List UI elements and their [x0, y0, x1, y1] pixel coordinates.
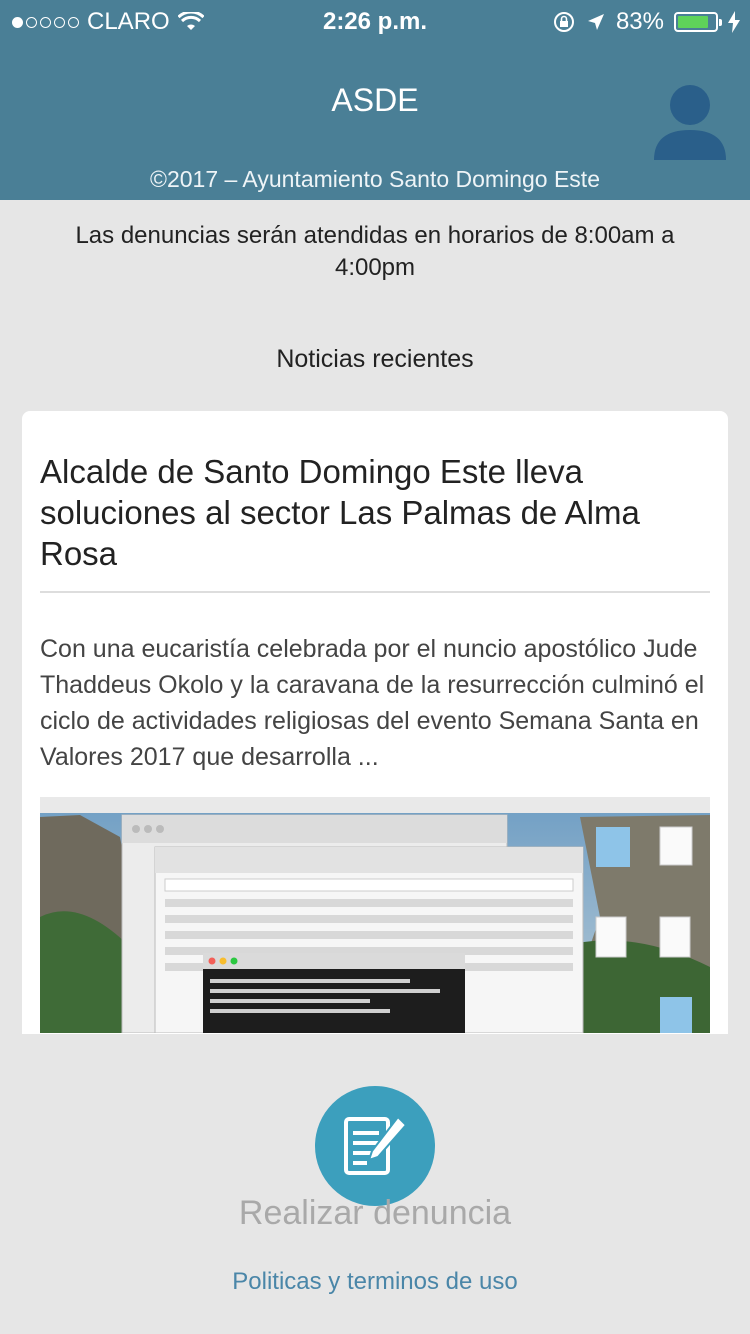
location-arrow-icon	[587, 14, 604, 30]
edit-document-icon	[344, 1115, 408, 1175]
user-icon[interactable]	[652, 78, 728, 162]
news-section-title: Noticias recientes	[276, 345, 474, 373]
service-hours-notice: Las denuncias serán atendidas en horario…	[75, 222, 675, 281]
report-button-label[interactable]: Realizar denuncia	[0, 1194, 750, 1233]
policies-link[interactable]: Politicas y terminos de uso	[0, 1268, 750, 1296]
news-photo	[40, 797, 710, 1033]
copyright-text: ©2017 – Ayuntamiento Santo Domingo Este	[150, 166, 600, 192]
battery-percent: 83%	[615, 8, 664, 35]
report-button[interactable]	[315, 1086, 435, 1206]
news-title[interactable]: Alcalde de Santo Domingo Este lleva solu…	[40, 451, 710, 574]
status-bar: CLARO 2:26 p.m. 83%	[0, 0, 750, 40]
news-card[interactable]: Alcalde de Santo Domingo Este lleva solu…	[22, 411, 728, 1051]
battery-fill	[678, 16, 708, 28]
battery-icon	[674, 12, 722, 32]
app-header: CLARO 2:26 p.m. 83% ASDE ©2017 – Ayuntam…	[0, 0, 750, 200]
app-title: ASDE	[331, 82, 419, 118]
news-image[interactable]	[40, 797, 710, 1033]
rotation-lock-icon	[553, 12, 574, 32]
status-right: 83%	[552, 8, 740, 36]
card-divider	[40, 591, 710, 593]
action-area: Realizar denuncia Politicas y terminos d…	[0, 1034, 750, 1334]
charging-bolt-icon	[728, 11, 740, 33]
news-summary: Con una eucaristía celebrada por el nunc…	[40, 635, 705, 771]
